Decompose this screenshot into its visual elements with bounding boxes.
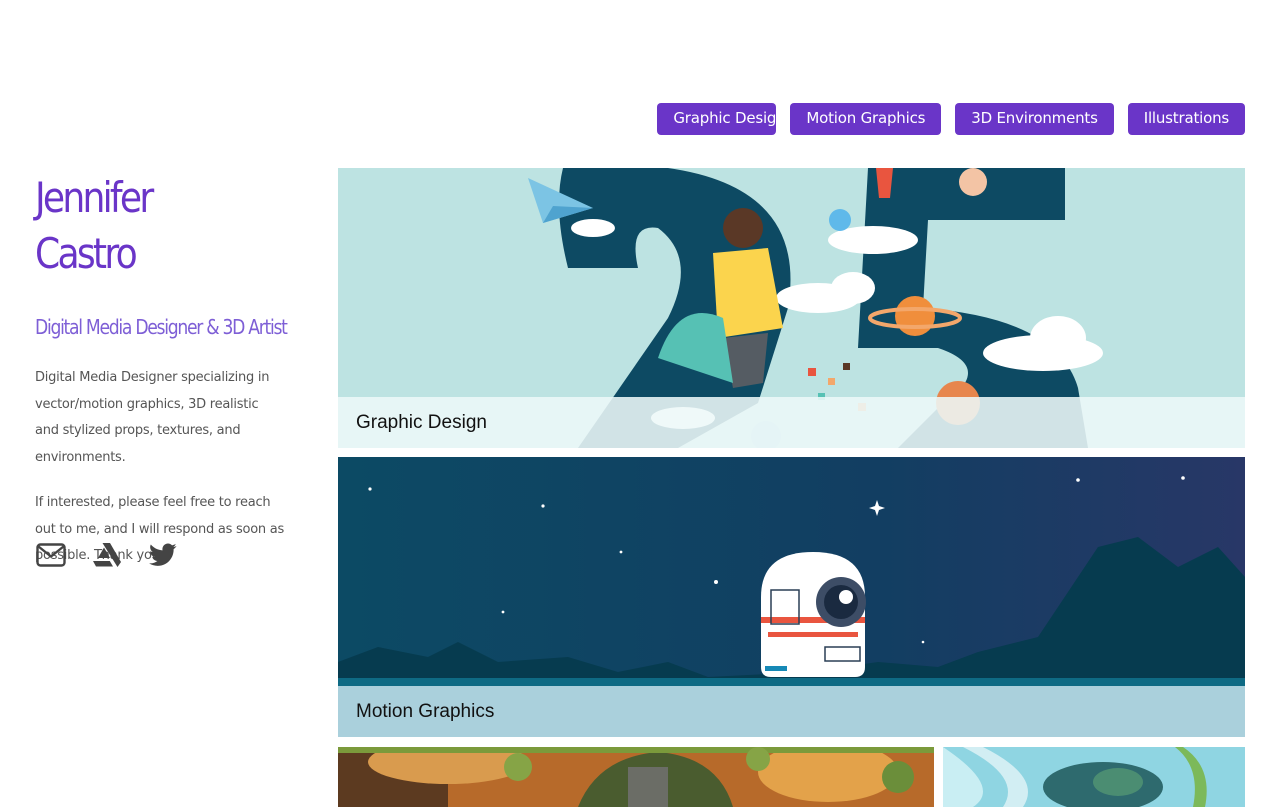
social-links	[35, 540, 179, 570]
profile-name: Jennifer Castro	[35, 173, 154, 278]
illustration-thumbnail	[943, 747, 1245, 807]
artstation-icon[interactable]	[91, 540, 123, 570]
gallery-card-caption: Motion Graphics	[338, 686, 1245, 737]
nav-graphic-design-button[interactable]: Graphic Design	[657, 103, 786, 135]
nav-3d-environments-button[interactable]: 3D Environments	[955, 103, 1114, 135]
gallery-card-caption: Graphic Design	[338, 397, 1245, 448]
nav-motion-graphics-button[interactable]: Motion Graphics	[790, 103, 942, 135]
profile-bio: Digital Media Designer specializing in v…	[35, 370, 270, 465]
twitter-icon[interactable]	[147, 540, 179, 570]
gallery-card-graphic-design[interactable]: Graphic Design	[338, 168, 1245, 448]
3d-environment-thumbnail	[338, 747, 934, 807]
gallery-card-3d-environment[interactable]	[338, 747, 934, 807]
profile-tagline: Digital Media Designer & 3D Artist	[35, 315, 288, 339]
mail-icon[interactable]	[35, 540, 67, 570]
gallery-card-illustration[interactable]	[943, 747, 1245, 807]
profile-sidebar: Jennifer Castro Digital Media Designer &…	[35, 170, 295, 570]
gallery-card-motion-graphics[interactable]: Motion Graphics	[338, 457, 1245, 737]
category-nav: Graphic Design Motion Graphics 3D Enviro…	[657, 103, 1245, 135]
nav-illustrations-button[interactable]: Illustrations	[1127, 103, 1245, 135]
